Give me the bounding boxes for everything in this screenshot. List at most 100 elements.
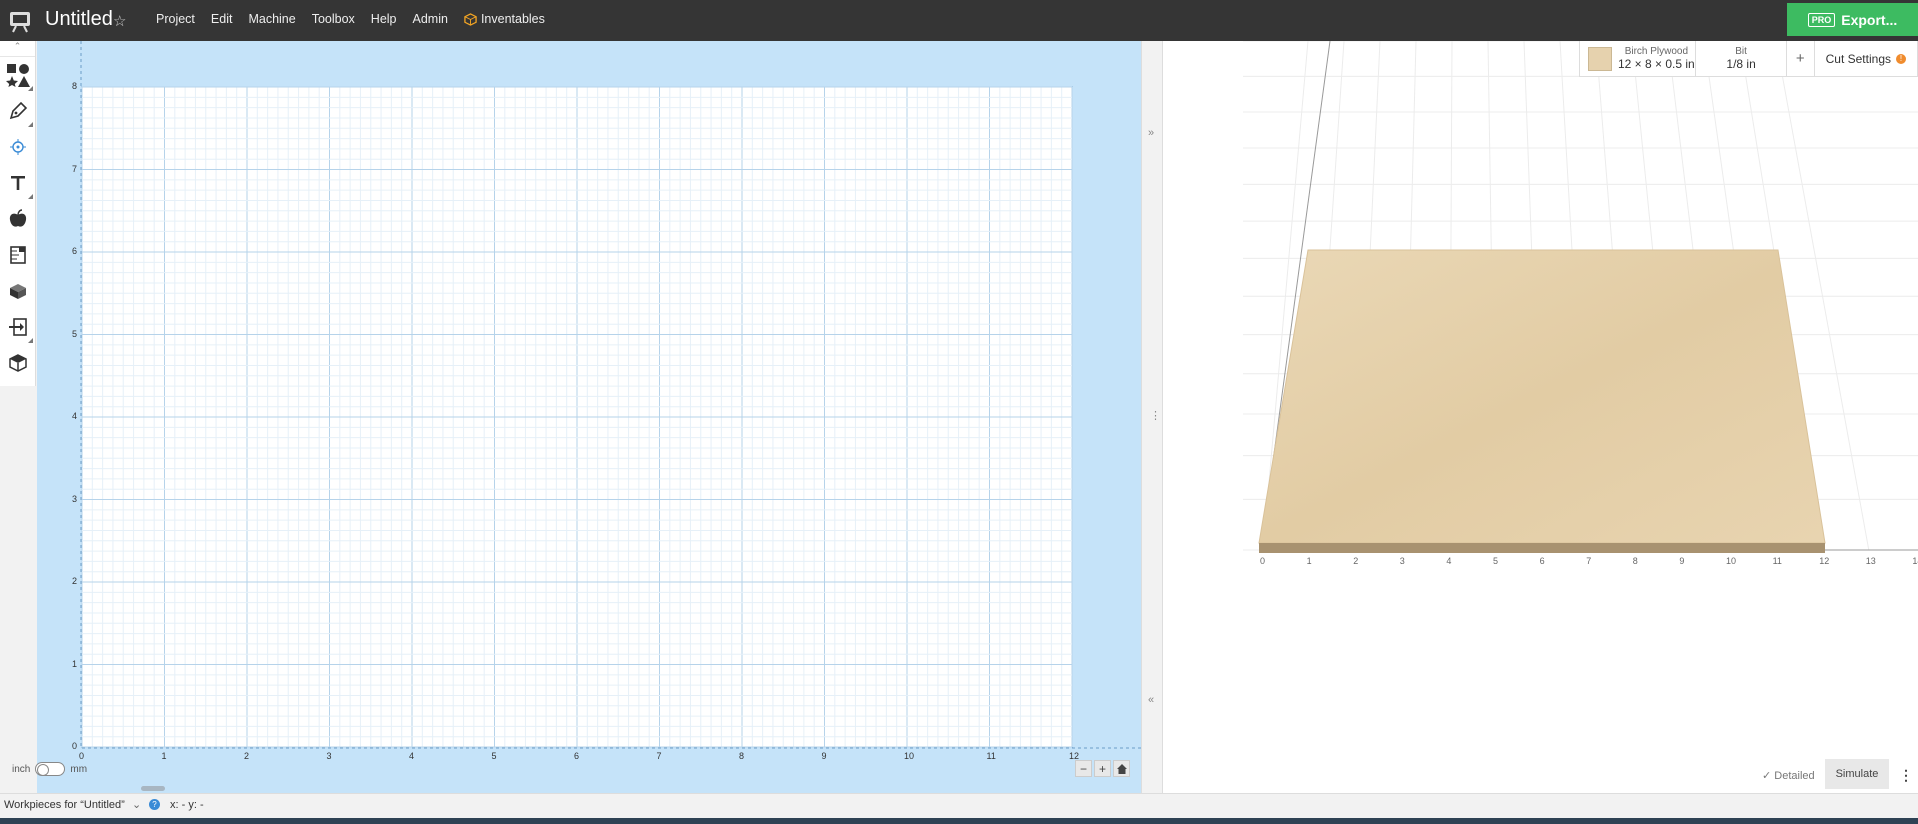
inventables-label: Inventables <box>480 12 545 26</box>
preview-x-tick-label: 8 <box>1632 556 1638 566</box>
detailed-toggle[interactable]: ✓ Detailed <box>1762 769 1815 782</box>
preview-scene[interactable] <box>1163 41 1918 793</box>
detailed-label: Detailed <box>1774 770 1815 782</box>
zoom-out-button[interactable]: − <box>1075 760 1092 777</box>
coordinates-readout: x: - y: - <box>170 799 204 811</box>
3d-model-tool[interactable] <box>0 273 35 309</box>
y-axis-tick-label: 1 <box>72 658 78 669</box>
panel-splitter[interactable]: » ⋮ « <box>1141 41 1163 793</box>
add-bit-button[interactable]: + <box>1787 41 1815 76</box>
menu-inventables[interactable]: Inventables <box>464 12 561 26</box>
preview-x-tick-label: 6 <box>1539 556 1545 566</box>
apps-tool[interactable] <box>0 345 35 381</box>
bit-selector[interactable]: Bit 1/8 in <box>1696 41 1787 76</box>
unit-toggle[interactable]: inch mm <box>12 762 87 776</box>
simulate-button[interactable]: Simulate <box>1825 759 1889 789</box>
3d-preview[interactable]: 01234567891011121314 <box>1163 41 1918 793</box>
menu-machine[interactable]: Machine <box>248 12 295 26</box>
material-bar: Birch Plywood 12 × 8 × 0.5 in Bit 1/8 in… <box>1579 41 1918 77</box>
preview-x-tick-label: 13 <box>1865 556 1876 566</box>
home-button[interactable] <box>1113 760 1130 777</box>
preview-x-tick-label: 5 <box>1493 556 1499 566</box>
more-options-icon[interactable]: ⋮ <box>1899 767 1913 784</box>
material-swatch <box>1588 46 1612 71</box>
main-menu: Project Edit Machine Toolbox Help Admin … <box>156 12 577 26</box>
inventables-cube-icon <box>464 12 477 26</box>
preview-x-tick-label: 10 <box>1726 556 1737 566</box>
material-dims: 12 × 8 × 0.5 in <box>1618 57 1695 71</box>
bit-value: 1/8 in <box>1726 57 1756 71</box>
cut-settings-tool[interactable] <box>0 237 35 273</box>
y-axis-tick-label: 7 <box>72 163 78 174</box>
x-axis-tick-label: 1 <box>161 751 167 761</box>
cube-boxes-icon <box>9 284 26 299</box>
top-bar: Untitled ☆ Project Edit Machine Toolbox … <box>0 0 1918 41</box>
collapse-left-icon[interactable]: « <box>1148 694 1154 706</box>
preview-x-tick-label: 11 <box>1772 556 1782 566</box>
preview-x-tick-label: 9 <box>1679 556 1685 566</box>
drag-handle-icon[interactable]: ⋮ <box>1150 409 1161 422</box>
shapes-expand-icon <box>28 86 33 91</box>
menu-edit[interactable]: Edit <box>211 12 233 26</box>
text-expand-icon <box>28 194 33 199</box>
package-icon <box>8 354 27 372</box>
point-tool[interactable] <box>0 129 35 165</box>
warning-icon: ! <box>1896 53 1906 64</box>
icon-library-tool[interactable] <box>0 201 35 237</box>
preview-x-tick-label: 14 <box>1912 556 1918 566</box>
zoom-in-button[interactable]: + <box>1094 760 1111 777</box>
toolbar-collapse-icon[interactable]: ⌃ <box>0 41 35 57</box>
check-icon: ✓ <box>1762 770 1772 782</box>
unit-mm-label: mm <box>70 763 88 775</box>
help-icon[interactable]: ? <box>149 799 160 810</box>
bit-label: Bit <box>1735 46 1747 57</box>
canvas-grid[interactable] <box>37 41 1141 793</box>
status-bar: Workpieces for “Untitled” ⌄ ? x: - y: - <box>0 793 1918 818</box>
menu-help[interactable]: Help <box>371 12 397 26</box>
y-axis-tick-label: 5 <box>72 328 78 339</box>
import-icon <box>8 318 27 336</box>
left-toolbar: ⌃ <box>0 41 36 386</box>
y-axis-tick-label: 0 <box>72 741 78 751</box>
x-axis-tick-label: 4 <box>409 751 415 761</box>
menu-toolbox[interactable]: Toolbox <box>312 12 355 26</box>
pen-icon <box>9 101 27 120</box>
cut-settings-button[interactable]: Cut Settings ! <box>1815 41 1917 76</box>
add-label: + <box>1795 50 1805 67</box>
crosshair-icon <box>9 139 26 155</box>
y-axis-tick-label: 6 <box>72 246 78 256</box>
x-axis-tick-label: 5 <box>491 751 497 761</box>
workpieces-label[interactable]: Workpieces for “Untitled” <box>4 799 125 811</box>
y-axis-tick-label: 4 <box>72 411 78 421</box>
x-axis-tick-label: 6 <box>574 751 580 761</box>
collapse-right-icon[interactable]: » <box>1148 127 1154 139</box>
workpieces-chevron-icon[interactable]: ⌄ <box>132 798 141 811</box>
horizontal-scrollbar[interactable] <box>141 786 165 791</box>
text-tool[interactable] <box>0 165 35 201</box>
pen-expand-icon <box>28 122 33 127</box>
menu-project[interactable]: Project <box>156 12 195 26</box>
project-title[interactable]: Untitled <box>45 8 113 31</box>
menu-admin[interactable]: Admin <box>413 12 448 26</box>
preview-x-tick-label: 7 <box>1586 556 1592 566</box>
import-tool[interactable] <box>0 309 35 345</box>
x-axis-tick-label: 10 <box>904 751 915 761</box>
star-icon[interactable]: ☆ <box>113 12 126 30</box>
x-axis-tick-label: 7 <box>656 751 662 761</box>
export-button[interactable]: PRO Export... <box>1787 3 1918 36</box>
design-canvas[interactable]: 0 1 2 3 4 5 6 7 8 9 10 11 12 0 1 2 3 4 5 6 7 8 <box>37 41 1141 793</box>
x-axis-tick-label: 2 <box>244 751 250 761</box>
preview-x-tick-label: 0 <box>1260 556 1266 566</box>
unit-switch[interactable] <box>35 762 66 776</box>
preview-x-tick-label: 2 <box>1353 556 1359 566</box>
material-selector[interactable]: Birch Plywood 12 × 8 × 0.5 in <box>1580 41 1697 76</box>
y-axis-tick-label: 8 <box>72 81 78 91</box>
shapes-tool[interactable] <box>0 57 35 93</box>
preview-x-tick-label: 1 <box>1306 556 1312 566</box>
pen-tool[interactable] <box>0 93 35 129</box>
x-axis-tick-label: 3 <box>326 751 332 761</box>
y-axis-tick-label: 2 <box>72 576 78 586</box>
cut-settings-label: Cut Settings <box>1825 51 1891 66</box>
easel-logo-icon[interactable] <box>8 9 32 33</box>
x-axis-tick-label: 11 <box>986 751 996 761</box>
